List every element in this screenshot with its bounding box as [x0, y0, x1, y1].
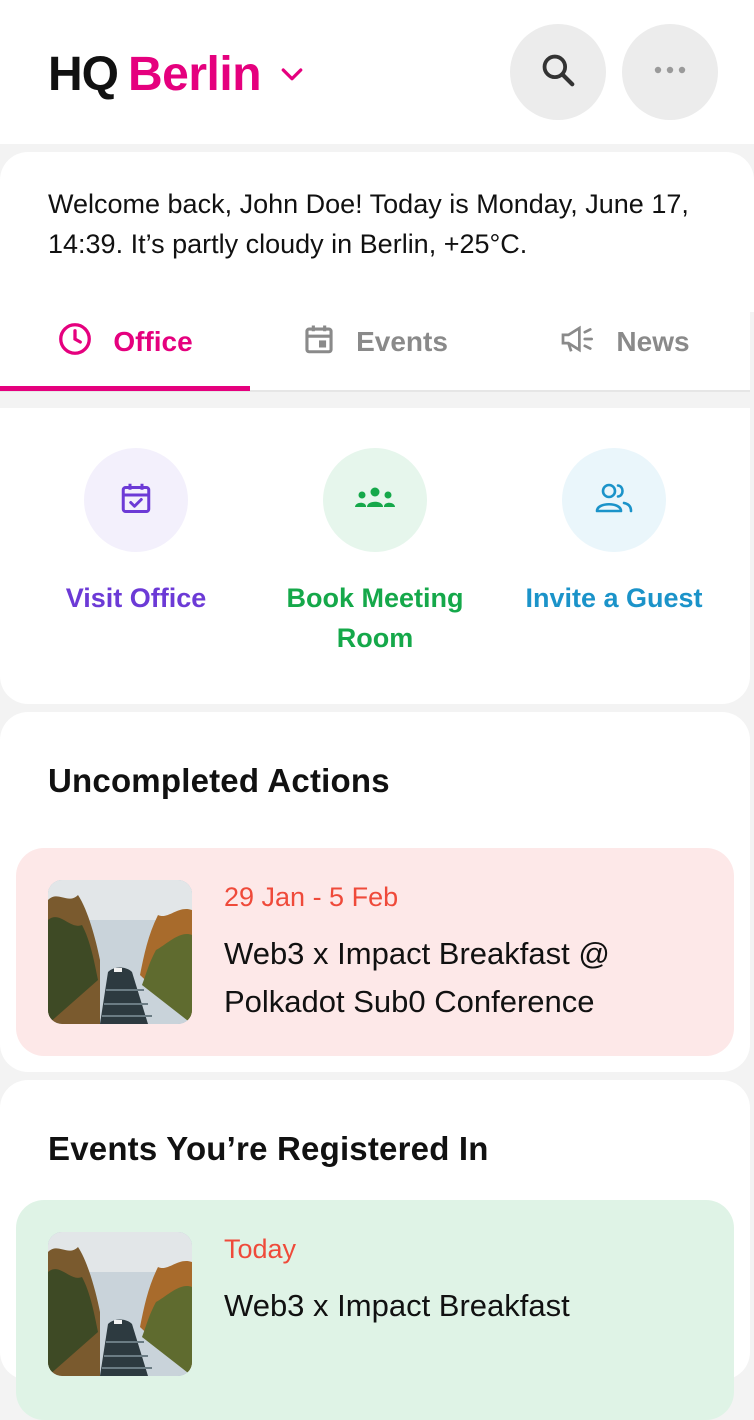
tab-news-label: News [616, 326, 690, 357]
event-card[interactable]: 29 Jan - 5 Feb Web3 x Impact Breakfast @… [16, 848, 734, 1056]
invite-guest-label: Invite a Guest [525, 583, 703, 613]
book-meeting-room-label: Book Meeting Room [286, 583, 464, 653]
more-button[interactable] [622, 24, 718, 120]
tab-news[interactable]: News [500, 296, 750, 388]
tab-office[interactable]: Office [0, 296, 250, 388]
location-selector[interactable]: HQ Berlin [48, 44, 307, 104]
megaphone-icon [560, 324, 596, 361]
app-header: HQ Berlin [0, 0, 754, 144]
active-tab-indicator [0, 386, 250, 391]
city-name: Berlin [128, 47, 262, 101]
visit-office-label: Visit Office [65, 583, 207, 613]
book-meeting-room-button[interactable]: Book Meeting Room [260, 448, 490, 658]
section-title: Events You’re Registered In [48, 1130, 489, 1167]
clock-icon [57, 321, 93, 364]
uncompleted-actions-section: Uncompleted Actions 29 Jan - 5 Feb Web3 … [0, 712, 750, 1072]
welcome-message: Welcome back, John Doe! Today is Monday,… [0, 152, 754, 312]
tab-office-label: Office [113, 326, 193, 357]
event-thumbnail [48, 1232, 192, 1376]
calendar-check-icon [118, 480, 154, 521]
event-date: 29 Jan - 5 Feb [224, 882, 399, 912]
tab-events[interactable]: Events [250, 296, 500, 388]
users-icon [594, 482, 634, 519]
visit-office-button[interactable]: Visit Office [21, 448, 251, 618]
welcome-text: Welcome back, John Doe! Today is Monday,… [48, 189, 689, 259]
event-title: Web3 x Impact Breakfast [224, 1288, 570, 1323]
search-icon [539, 51, 577, 94]
more-horizontal-icon [652, 63, 688, 81]
group-icon [354, 485, 396, 516]
brand-prefix: HQ [48, 47, 119, 101]
event-thumbnail [48, 880, 192, 1024]
invite-guest-icon-circle [562, 448, 666, 552]
quick-actions: Visit Office Book Meeting Room Invite a … [0, 408, 750, 704]
event-card[interactable]: Today Web3 x Impact Breakfast [16, 1200, 734, 1420]
invite-guest-button[interactable]: Invite a Guest [499, 448, 729, 618]
book-room-icon-circle [323, 448, 427, 552]
visit-office-icon-circle [84, 448, 188, 552]
section-title: Uncompleted Actions [48, 762, 390, 799]
event-date: Today [224, 1234, 297, 1264]
tab-bar: Office Events News [0, 296, 750, 392]
tab-events-label: Events [356, 326, 448, 357]
chevron-down-icon [277, 60, 307, 90]
search-button[interactable] [510, 24, 606, 120]
registered-events-section: Events You’re Registered In Today Web3 x… [0, 1080, 750, 1420]
calendar-icon [302, 322, 336, 363]
event-title: Web3 x Impact Breakfast @ Polkadot Sub0 … [224, 936, 610, 1019]
